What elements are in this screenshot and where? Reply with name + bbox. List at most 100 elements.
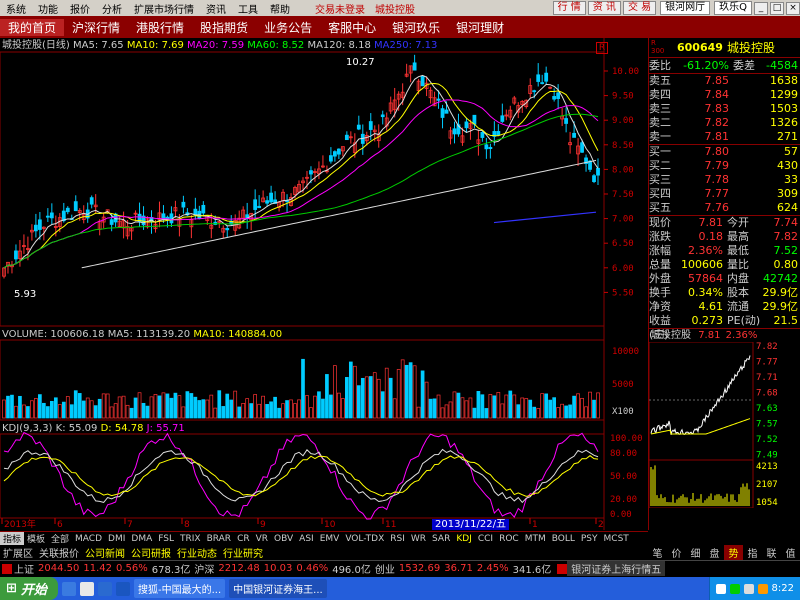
indicator-tab-rsi[interactable]: RSI: [387, 534, 408, 544]
indicator-tab-cci[interactable]: CCI: [475, 534, 496, 544]
kdj-tick-label: 20.00: [610, 495, 637, 505]
close-icon[interactable]: ×: [786, 1, 800, 15]
extension-tab[interactable]: 公司研报: [128, 545, 174, 560]
indicator-tab-vol-tdx[interactable]: VOL-TDX: [342, 534, 387, 544]
quicklaunch-ie-icon[interactable]: [62, 581, 76, 596]
right-tab[interactable]: 价: [667, 545, 686, 560]
kline-chart-area[interactable]: 10.00 9.50 9.00 8.50 8.00 7.50 7.00 6.50 6.00 5.5…: [0, 38, 648, 530]
volume-tick-label: 5000: [612, 380, 634, 390]
indicator-tab-roc[interactable]: ROC: [496, 534, 522, 544]
indicator-tab-wr[interactable]: WR: [408, 534, 429, 544]
menu-analysis[interactable]: 分析: [96, 1, 128, 16]
indicator-tab-macd[interactable]: MACD: [72, 534, 105, 544]
chart-canvas[interactable]: 10.009.509.008.508.007.507.006.506.005.5…: [0, 38, 648, 530]
indicator-tab-fsl[interactable]: FSL: [155, 534, 177, 544]
quicklaunch-desktop-icon[interactable]: [80, 581, 94, 596]
quote-mode-button[interactable]: 行 情: [552, 1, 586, 15]
extension-tab[interactable]: 行业动态: [174, 545, 220, 560]
indicator-tab-kdj[interactable]: KDJ: [453, 534, 475, 544]
indicator-tab-指标[interactable]: 指标: [0, 532, 25, 545]
indicator-tab-boll[interactable]: BOLL: [549, 534, 578, 544]
nav-wealth[interactable]: 银河理财: [448, 19, 512, 36]
buy-row[interactable]: 买三 7.78 33: [649, 173, 800, 187]
candle-body: [592, 175, 596, 183]
indicator-tab-mcst[interactable]: MCST: [601, 534, 632, 544]
sell-row[interactable]: 卖四 7.84 1299: [649, 88, 800, 102]
bank-hall-button[interactable]: 银河网厅: [660, 1, 711, 15]
menu-tools[interactable]: 工具: [232, 1, 264, 16]
right-tab[interactable]: 细: [686, 545, 705, 560]
tray-security-icon[interactable]: [757, 583, 768, 594]
nav-jiule[interactable]: 银河玖乐: [384, 19, 448, 36]
tray-network-icon[interactable]: [715, 583, 726, 594]
extension-tab[interactable]: 行业研究: [220, 545, 266, 560]
tray-app-icon[interactable]: [729, 583, 740, 594]
buy-row[interactable]: 买二 7.79 430: [649, 159, 800, 173]
indicator-tab-模板[interactable]: 模板: [24, 532, 48, 545]
indicator-tab-asi[interactable]: ASI: [296, 534, 317, 544]
indicator-tab-dma[interactable]: DMA: [128, 534, 155, 544]
right-tab[interactable]: 指: [743, 545, 762, 560]
indicator-tab-vr[interactable]: VR: [253, 534, 271, 544]
right-tab[interactable]: 势: [724, 544, 743, 560]
buy-row[interactable]: 买五 7.76 624: [649, 201, 800, 215]
nav-announcements[interactable]: 业务公告: [256, 19, 320, 36]
maximize-icon[interactable]: □: [770, 1, 784, 15]
tray-volume-icon[interactable]: [743, 583, 754, 594]
quicklaunch-word-icon[interactable]: [98, 581, 112, 596]
indicator-tab-trix[interactable]: TRIX: [177, 534, 204, 544]
right-tab[interactable]: 联: [762, 545, 781, 560]
intraday-mini-chart[interactable]: 7.82 7.77 7.71 7.68 7.63 7.57 7.52 7.494213 2107…: [649, 342, 800, 508]
login-status[interactable]: 交易未登录: [310, 1, 370, 16]
extension-tab[interactable]: 关联报价: [36, 545, 82, 560]
sell-row[interactable]: 卖三 7.83 1503: [649, 102, 800, 116]
indicator-tab-sar[interactable]: SAR: [429, 534, 453, 544]
jiule-q-button[interactable]: 玖乐Q: [714, 1, 752, 15]
right-tab[interactable]: 盘: [705, 545, 724, 560]
trade-mode-button[interactable]: 交 易: [622, 1, 657, 15]
menu-system[interactable]: 系统: [0, 1, 32, 16]
indicator-tab-mtm[interactable]: MTM: [522, 534, 549, 544]
volume-bar: [508, 390, 513, 419]
menu-function[interactable]: 功能: [32, 1, 64, 16]
right-panel-tabs: 笔价细盘势指联值: [648, 544, 800, 560]
nav-customer-service[interactable]: 客服中心: [320, 19, 384, 36]
chart-flag[interactable]: R: [596, 42, 608, 54]
sell-volume: 271: [777, 130, 798, 143]
right-tab[interactable]: 笔: [648, 545, 667, 560]
nav-hs-market[interactable]: 沪深行情: [64, 19, 128, 36]
sell-row[interactable]: 卖一 7.81 271: [649, 130, 800, 144]
sell-label: 卖三: [649, 102, 671, 115]
extension-tab[interactable]: 扩展区: [0, 545, 36, 560]
buy-row[interactable]: 买一 7.80 57: [649, 145, 800, 159]
minimize-icon[interactable]: _: [754, 1, 768, 15]
indicator-tab-全部[interactable]: 全部: [48, 532, 72, 545]
nav-home[interactable]: 我的首页: [0, 18, 65, 36]
menu-help[interactable]: 帮助: [264, 1, 296, 16]
indicator-tab-psy[interactable]: PSY: [578, 534, 601, 544]
indicator-tab-obv[interactable]: OBV: [271, 534, 296, 544]
quicklaunch-media-icon[interactable]: [116, 581, 130, 596]
menu-quote[interactable]: 报价: [64, 1, 96, 16]
high-price-label: 10.27: [346, 57, 375, 68]
indicator-tab-dmi[interactable]: DMI: [105, 534, 128, 544]
nav-index-futures[interactable]: 股指期货: [192, 19, 256, 36]
ticker-source[interactable]: 银河证券上海行情五: [567, 561, 666, 576]
right-tab[interactable]: 值: [781, 545, 800, 560]
nav-hk-market[interactable]: 港股行情: [128, 19, 192, 36]
sell-row[interactable]: 卖二 7.82 1326: [649, 116, 800, 130]
task-sohu[interactable]: 搜狐-中国最大的...: [134, 579, 226, 598]
menu-extended-market[interactable]: 扩展市场行情: [128, 1, 200, 16]
extension-tab[interactable]: 公司新闻: [82, 545, 128, 560]
kdj-panel-frame: [0, 433, 605, 519]
start-button[interactable]: ⊞ 开始: [0, 577, 58, 600]
indicator-tab-emv[interactable]: EMV: [317, 534, 343, 544]
stat-label: 涨幅: [649, 244, 671, 257]
indicator-tab-cr[interactable]: CR: [234, 534, 253, 544]
indicator-tab-brar[interactable]: BRAR: [204, 534, 234, 544]
buy-row[interactable]: 买四 7.77 309: [649, 187, 800, 201]
menu-news[interactable]: 资讯: [200, 1, 232, 16]
sell-row[interactable]: 卖五 7.85 1638: [649, 74, 800, 88]
news-mode-button[interactable]: 资 讯: [587, 1, 621, 15]
task-galaxy-securities[interactable]: 中国银河证券海王...: [229, 579, 327, 598]
